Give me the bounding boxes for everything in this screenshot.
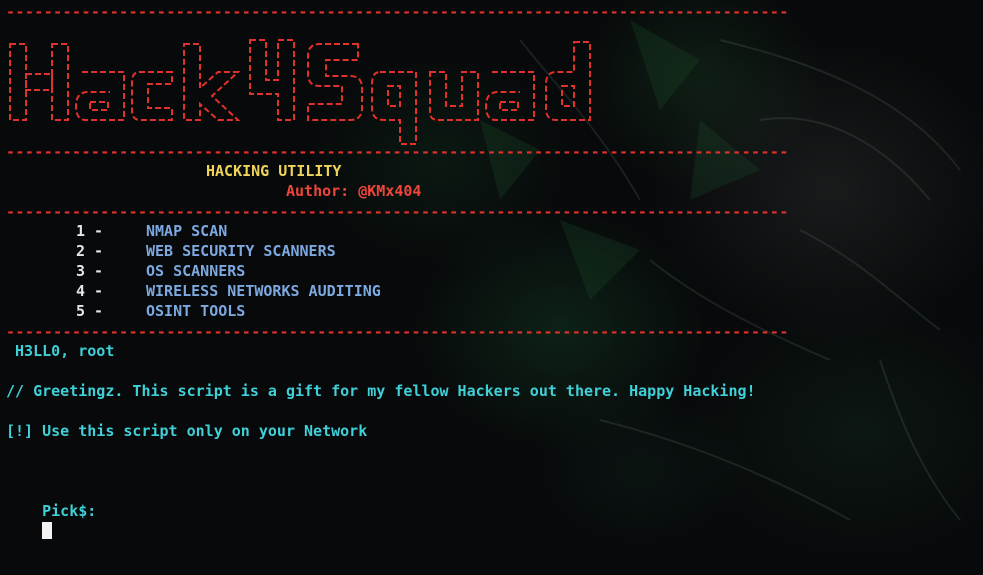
ascii-logo xyxy=(6,20,616,146)
hello-message: H3LL0, root xyxy=(6,342,115,360)
menu-item-number: 2 - xyxy=(76,242,104,260)
separator-line: ----------------------------------------… xyxy=(6,3,789,21)
separator-line: ----------------------------------------… xyxy=(6,203,789,221)
greeting-message: // Greetingz. This script is a gift for … xyxy=(6,382,756,400)
menu-item-label: NMAP SCAN xyxy=(146,222,228,240)
menu-item-number: 3 - xyxy=(76,262,104,280)
hack4squad-logo xyxy=(9,39,591,145)
utility-title: HACKING UTILITY xyxy=(206,162,342,180)
warning-message: [!] Use this script only on your Network xyxy=(6,422,368,440)
menu-item-label: WIRELESS NETWORKS AUDITING xyxy=(146,282,381,300)
menu-item-label: OS SCANNERS xyxy=(146,262,246,280)
author-credit: Author: @KMx404 xyxy=(286,182,422,200)
menu-item-number: 5 - xyxy=(76,302,104,320)
menu-item-label: WEB SECURITY SCANNERS xyxy=(146,242,336,260)
separator-line: ----------------------------------------… xyxy=(6,323,789,341)
menu-item-label: OSINT TOOLS xyxy=(146,302,246,320)
text-cursor[interactable] xyxy=(42,522,53,539)
terminal-window: ----------------------------------------… xyxy=(6,0,976,575)
command-prompt[interactable]: Pick$: xyxy=(6,481,96,539)
separator-line: ----------------------------------------… xyxy=(6,143,789,161)
prompt-label: Pick$: xyxy=(42,502,97,520)
menu-item-number: 1 - xyxy=(76,222,104,240)
menu-item-number: 4 - xyxy=(76,282,104,300)
